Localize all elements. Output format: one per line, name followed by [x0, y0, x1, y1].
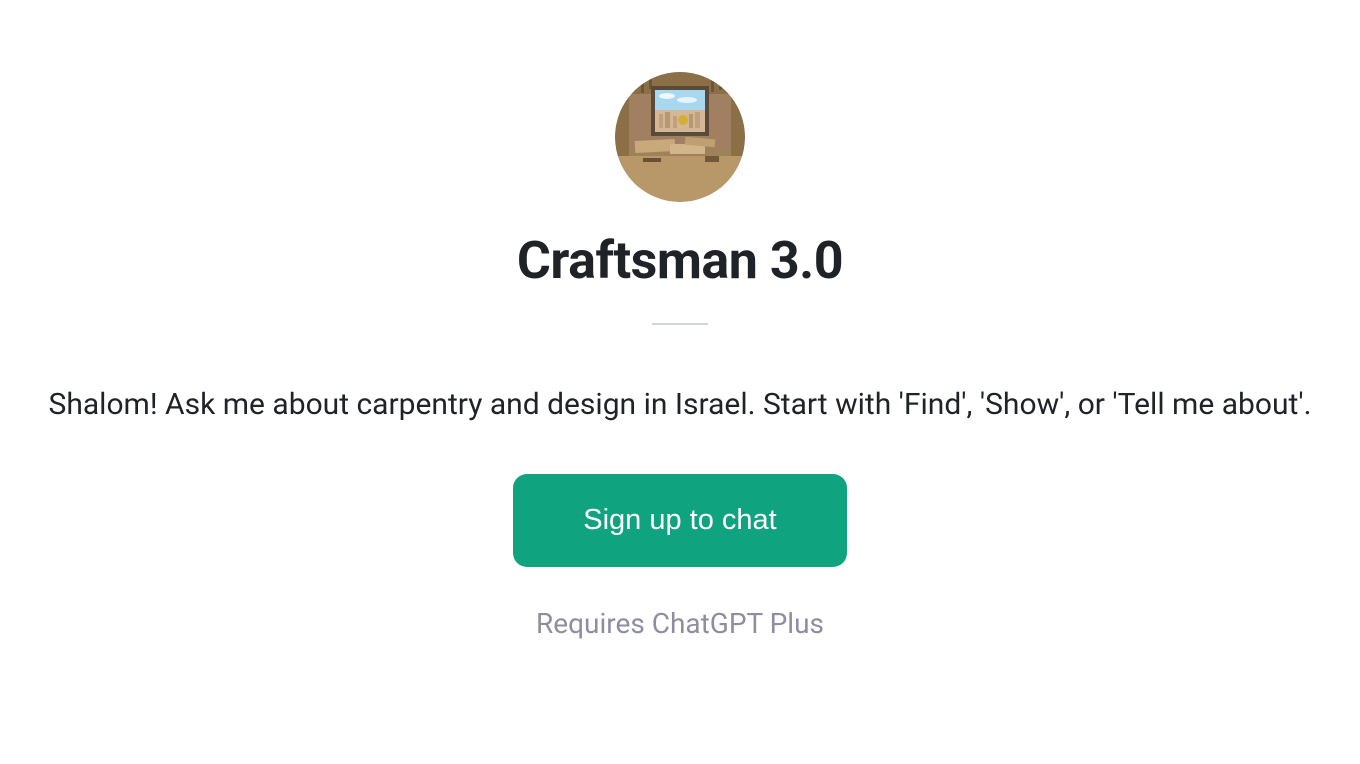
page-title: Craftsman 3.0 [517, 230, 843, 291]
description-text: Shalom! Ask me about carpentry and desig… [49, 387, 1312, 422]
main-container: Craftsman 3.0 Shalom! Ask me about carpe… [0, 0, 1360, 640]
avatar [615, 72, 745, 202]
divider [652, 323, 708, 325]
requires-text: Requires ChatGPT Plus [536, 607, 824, 640]
signup-button[interactable]: Sign up to chat [513, 474, 846, 567]
avatar-icon [615, 72, 745, 202]
